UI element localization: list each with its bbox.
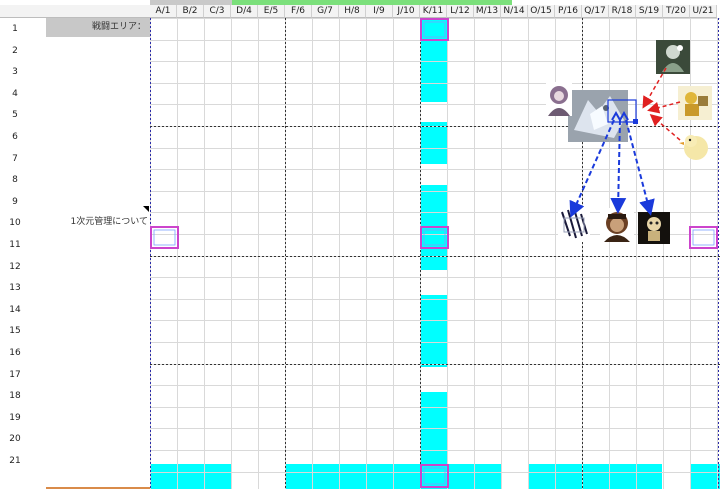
spreadsheet-canvas[interactable]: A/1 B/2 C/3 D/4 E/5 F/6 G/7 H/8 I/9 J/10 K/11 L/12 M…	[0, 0, 720, 489]
blue-arrow-2	[610, 119, 627, 214]
red-arrow-1	[642, 67, 667, 109]
blue-arrow-3	[625, 119, 655, 216]
red-arrow-2	[647, 101, 681, 114]
arrow-overlay	[569, 67, 681, 218]
blue-arrow-1	[569, 119, 615, 218]
selection-handle	[633, 119, 638, 124]
crown-icon	[611, 110, 629, 123]
red-arrow-3	[649, 114, 681, 141]
